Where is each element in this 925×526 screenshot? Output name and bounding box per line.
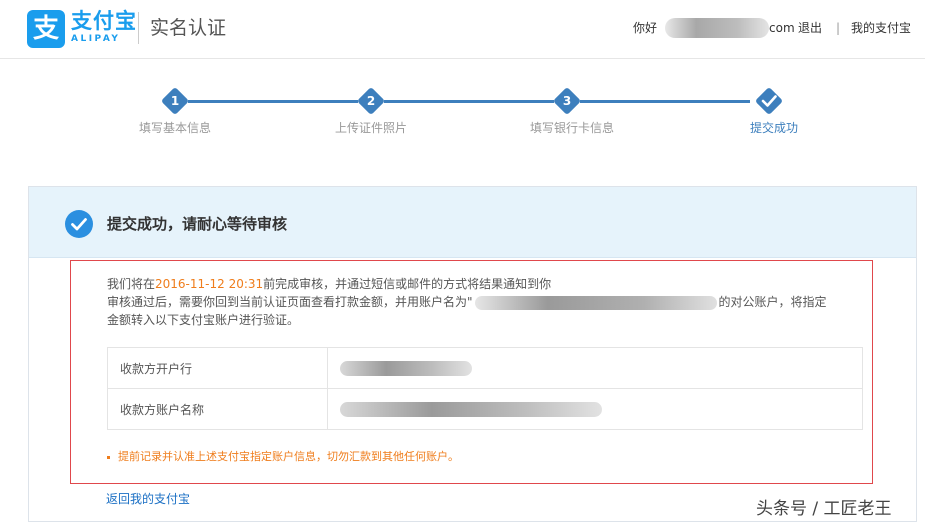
table-row: 收款方账户名称 [107,388,863,430]
table-row: 收款方开户行 [107,347,863,389]
alipay-logo-icon[interactable]: 支 [27,10,65,48]
step-3-marker: 3 [552,86,582,116]
step-connector [384,100,554,103]
payee-bank-value [327,347,863,389]
logout-link[interactable]: 退出 [798,20,822,36]
blurred-username [665,18,769,38]
success-check-icon [65,210,93,238]
step-connector [188,100,358,103]
step-1-marker: 1 [160,86,190,116]
page-title: 实名认证 [150,17,227,39]
step-2-marker: 2 [356,86,386,116]
step-4-marker [754,86,784,116]
alipay-logo-subtext: ALIPAY [71,34,121,44]
step-connector [580,100,750,103]
warning-text: 提前记录并认准上述支付宝指定账户信息，切勿汇款到其他任何账户。 [118,450,459,463]
message-text: 审核通过后，需要你回到当前认证页面查看打款金额，并用账户名为" [107,295,473,309]
panel-header: 提交成功，请耐心等待审核 [29,187,916,258]
username-tail: com [769,21,795,35]
step-1-label: 填写基本信息 [138,121,211,135]
payee-account-name-label: 收款方账户名称 [107,388,328,430]
bullet-icon [107,455,110,459]
top-header: 支 支付宝 ALIPAY 实名认证 你好 com 退出 | 我的支付宝 [0,0,925,59]
message-text: 的对公账户，将指定 [718,295,827,309]
message-text: 前完成审核，并通过短信或邮件的方式将结果通知到你 [263,277,552,291]
checkmark-icon [761,95,777,107]
step-2-label: 上传证件照片 [334,121,407,135]
my-alipay-link[interactable]: 我的支付宝 [851,20,911,36]
back-to-my-alipay-link[interactable]: 返回我的支付宝 [106,491,190,507]
blurred-value [340,360,472,376]
message-line-2: 审核通过后，需要你回到当前认证页面查看打款金额，并用账户名为" 的对公账户，将指定 [107,293,867,311]
message-line-3: 金额转入以下支付宝账户进行验证。 [107,313,300,327]
blurred-value [340,401,602,417]
alipay-logo-text[interactable]: 支付宝 [71,9,137,33]
step-4-label: 提交成功 [749,121,798,135]
panel-title: 提交成功，请耐心等待审核 [107,215,288,233]
greeting-text: 你好 [633,21,658,35]
message-line-1: 我们将在2016-11-12 20:31前完成审核，并通过短信或邮件的方式将结果… [107,275,867,293]
warning-notice: 提前记录并认准上述支付宝指定账户信息，切勿汇款到其他任何账户。 [107,449,459,465]
watermark-text: 头条号 / 工匠老王 [756,499,892,519]
payee-bank-label: 收款方开户行 [107,347,328,389]
blurred-account-name [474,295,717,310]
header-divider [138,12,139,44]
result-panel: 提交成功，请耐心等待审核 我们将在2016-11-12 20:31前完成审核，并… [28,186,917,522]
payee-account-name-value [327,388,863,430]
review-deadline: 2016-11-12 20:31 [155,277,264,291]
header-separator: | [836,21,841,35]
step-3-label: 填写银行卡信息 [529,121,614,135]
review-info-box: 我们将在2016-11-12 20:31前完成审核，并通过短信或邮件的方式将结果… [70,260,873,484]
payee-info-table: 收款方开户行 收款方账户名称 [107,347,863,430]
message-text: 我们将在 [107,277,156,291]
